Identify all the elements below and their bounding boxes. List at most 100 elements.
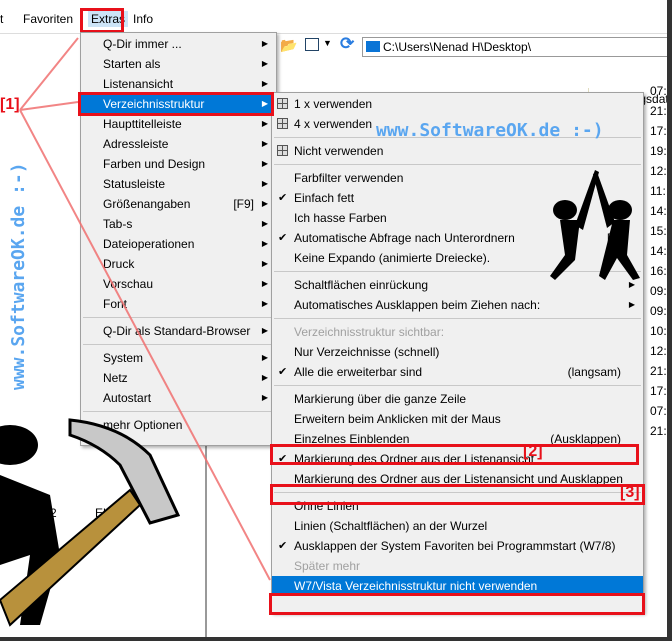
menu-item[interactable]: System ▶: [81, 348, 276, 368]
menu-item[interactable]: Einzelnes Einblenden (Ausklappen): [272, 429, 643, 449]
menu-item[interactable]: Netz ▶: [81, 368, 276, 388]
menu-item-label: Ohne Linien: [294, 499, 359, 513]
annotation-3: [3]: [620, 484, 640, 501]
menu-item[interactable]: Haupttitelleiste ▶: [81, 114, 276, 134]
submenu-arrow-icon: ▶: [261, 326, 268, 335]
menu-item[interactable]: Linien (Schaltflächen) an der Wurzel: [272, 516, 643, 536]
submenu-arrow-icon: ▶: [261, 79, 268, 88]
menu-item-label: 4 x verwenden: [294, 117, 373, 131]
submenu-arrow-icon: ▶: [261, 219, 268, 228]
menu-item-label: System: [103, 351, 144, 365]
submenu-arrow-icon: ▶: [261, 59, 268, 68]
modified-time: 09:: [650, 304, 667, 318]
menu-item-accel: (langsam): [567, 365, 621, 379]
annotation-1: [1]: [0, 96, 20, 113]
modified-time: 19:: [650, 144, 667, 158]
menu-item[interactable]: ✔ Markierung des Ordner aus der Listenans…: [272, 449, 643, 469]
menu-item: Später mehr: [272, 556, 643, 576]
modified-time: 16:: [650, 264, 667, 278]
new-folder-icon[interactable]: 📂: [280, 37, 297, 54]
menu-item-label: Tab-s: [103, 217, 133, 231]
menu-extras[interactable]: Extras: [88, 11, 129, 27]
menu-item[interactable]: Starten als ▶: [81, 54, 276, 74]
modified-time: 17:: [650, 384, 667, 398]
menu-item[interactable]: Q-Dir als Standard-Browser ▶: [81, 321, 276, 341]
submenu-arrow-icon: ▶: [261, 39, 268, 48]
menu-item-label: Q-Dir als Standard-Browser: [103, 324, 251, 338]
menu-favoriten[interactable]: Favoriten: [23, 12, 73, 26]
modified-time: 14:: [650, 204, 667, 218]
checkmark-icon: ✔: [278, 232, 288, 244]
submenu-arrow-icon: ▶: [261, 259, 268, 268]
menu-item[interactable]: Vorschau ▶: [81, 274, 276, 294]
checkmark-icon: ✔: [278, 192, 288, 204]
menu-item-label: Markierung des Ordner aus der Listenansi…: [294, 472, 623, 486]
menu-item-label: Markierung des Ordner aus der Listenansi…: [294, 452, 535, 466]
menu-item[interactable]: Q-Dir immer ... ▶: [81, 34, 276, 54]
menu-item-label: W7/Vista Verzeichnisstruktur nicht verwe…: [294, 579, 538, 593]
menu-item-label: Q-Dir immer ...: [103, 37, 182, 51]
menu-item[interactable]: Dateioperationen ▶: [81, 234, 276, 254]
modified-time: 21:: [650, 104, 667, 118]
menu-item-label: Verzeichnisstruktur: [103, 97, 205, 111]
menu-item[interactable]: Automatisches Ausklappen beim Ziehen nac…: [272, 295, 643, 315]
menu-item-label: Alle die erweiterbar sind: [294, 365, 423, 379]
menu-item-label: Vorschau: [103, 277, 154, 291]
menu-item[interactable]: Autostart ▶: [81, 388, 276, 408]
menu-item-label: Haupttitelleiste: [103, 117, 182, 131]
modified-time: 21:: [650, 424, 667, 438]
menu-item[interactable]: Font ▶: [81, 294, 276, 314]
menu-item[interactable]: Markierung des Ordner aus der Listenansi…: [272, 469, 643, 489]
menu-item-label: Adressleiste: [103, 137, 169, 151]
menu-item[interactable]: Farben und Design ▶: [81, 154, 276, 174]
menu-item-label: Schaltflächen einrückung: [294, 278, 429, 292]
menu-item[interactable]: W7/Vista Verzeichnisstruktur nicht verwe…: [272, 576, 643, 596]
menu-item[interactable]: Adressleiste ▶: [81, 134, 276, 154]
menu-item-label: Keine Expando (animierte Dreiecke).: [294, 251, 491, 265]
menu-item-label: Statusleiste: [103, 177, 166, 191]
grid-icon: [277, 98, 288, 109]
menu-item-label: Font: [103, 297, 128, 311]
submenu-arrow-icon: ▶: [261, 139, 268, 148]
modified-time: 14:: [650, 244, 667, 258]
menu-item-fragment[interactable]: t: [0, 12, 3, 26]
menu-item[interactable]: Verzeichnisstruktur ▶: [81, 94, 276, 114]
menu-item[interactable]: Markierung über die ganze Zeile: [272, 389, 643, 409]
submenu-arrow-icon: ▶: [261, 199, 268, 208]
splitter[interactable]: [205, 440, 207, 640]
menu-info[interactable]: Info: [133, 12, 153, 26]
menu-separator: [274, 492, 641, 493]
modified-time: 11:: [650, 184, 666, 198]
menu-item[interactable]: Nur Verzeichnisse (schnell): [272, 342, 643, 362]
view-grid-icon[interactable]: [305, 38, 319, 51]
menu-item-label: Druck: [103, 257, 135, 271]
menu-item[interactable]: ✔ Ausklappen der System Favoriten bei Pro…: [272, 536, 643, 556]
menu-item[interactable]: Erweitern beim Anklicken mit der Maus: [272, 409, 643, 429]
menu-item-label: Farben und Design: [103, 157, 206, 171]
menu-item-label: Dateioperationen: [103, 237, 195, 251]
submenu-arrow-icon: ▶: [261, 179, 268, 188]
menu-item[interactable]: ✔ Alle die erweiterbar sind (langsam): [272, 362, 643, 382]
submenu-arrow-icon: ▶: [628, 300, 635, 309]
menu-item-label: Erweitern beim Anklicken mit der Maus: [294, 412, 501, 426]
menu-item[interactable]: Druck ▶: [81, 254, 276, 274]
menu-item-label: Farbfilter verwenden: [294, 171, 404, 185]
menu-item[interactable]: Listenansicht ▶: [81, 74, 276, 94]
menu-item-label: Automatische Abfrage nach Unterordnern: [294, 231, 515, 245]
menu-item-label: Starten als: [103, 57, 161, 71]
dropdown-icon[interactable]: ▼: [323, 38, 332, 48]
submenu-arrow-icon: ▶: [261, 239, 268, 248]
menu-separator: [83, 344, 274, 345]
menu-bar: t Favoriten Extras Info: [0, 0, 672, 34]
submenu-arrow-icon: ▶: [261, 373, 268, 382]
menu-item-label: Nicht verwenden: [294, 144, 384, 158]
submenu-arrow-icon: ▶: [261, 299, 268, 308]
address-bar[interactable]: C:\Users\Nenad H\Desktop\: [362, 37, 672, 57]
refresh-icon[interactable]: ⟳: [340, 34, 354, 54]
menu-item[interactable]: 1 x verwenden: [272, 94, 643, 114]
menu-item[interactable]: Ohne Linien: [272, 496, 643, 516]
menu-item[interactable]: Tab-s ▶: [81, 214, 276, 234]
menu-item[interactable]: Größenangaben [F9] ▶: [81, 194, 276, 214]
menu-item[interactable]: Statusleiste ▶: [81, 174, 276, 194]
menu-item-label: 1 x verwenden: [294, 97, 373, 111]
